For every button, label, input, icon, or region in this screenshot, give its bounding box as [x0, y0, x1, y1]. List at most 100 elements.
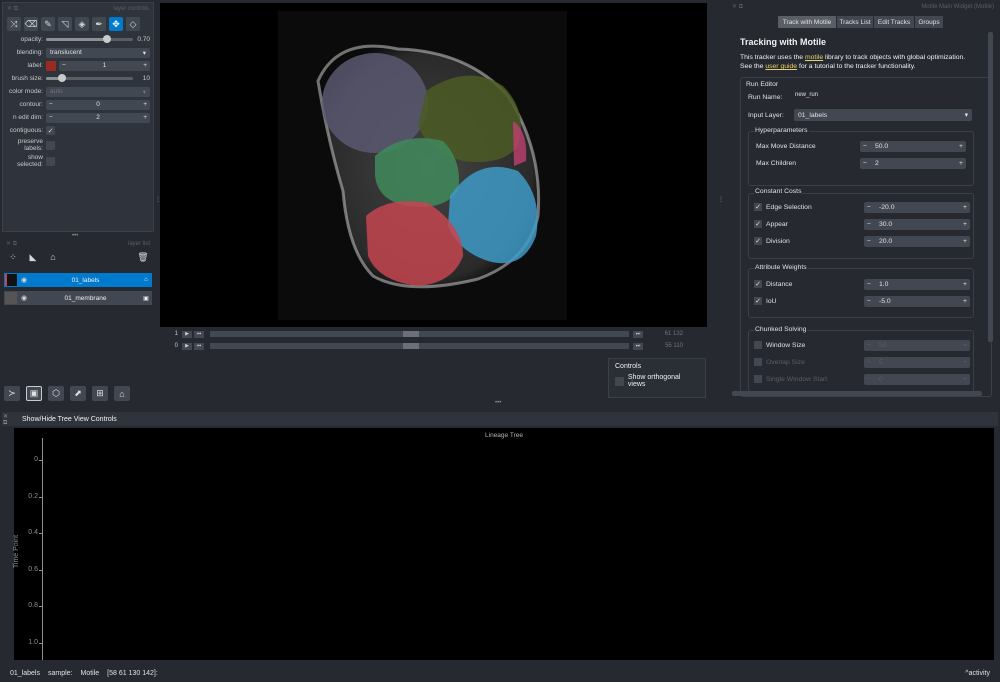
eye-icon[interactable]: ◉ [17, 276, 31, 284]
iou-checkbox[interactable]: ✓ [754, 297, 762, 305]
distance-spinbox[interactable]: −1.0 + [864, 278, 970, 290]
erase-icon[interactable]: ⌫ [24, 17, 38, 31]
ndisplay-icon[interactable]: ▣ [26, 386, 42, 401]
tab-groups[interactable]: Groups [915, 16, 943, 28]
play-icon[interactable]: ▶ [182, 342, 192, 350]
vertical-scrollbar[interactable] [988, 32, 993, 342]
max-move-spinbox[interactable]: −50.0 + [860, 140, 966, 152]
appear-spinbox[interactable]: −30.0 + [864, 218, 970, 230]
plus-icon[interactable]: + [963, 281, 967, 288]
appear-checkbox[interactable]: ✓ [754, 220, 762, 228]
activity-button[interactable]: ^activity [965, 670, 990, 677]
roll-icon[interactable]: ⬡ [48, 386, 64, 401]
plus-icon[interactable]: + [963, 204, 967, 211]
edge-selection-checkbox[interactable]: ✓ [754, 203, 762, 211]
layer-name[interactable]: 01_membrane [31, 295, 140, 302]
blending-select[interactable]: translucent ▾ [46, 47, 150, 58]
step-forward-icon[interactable]: ⏭ [633, 330, 643, 338]
overlap-size-checkbox[interactable] [754, 358, 762, 366]
horizontal-scrollbar[interactable] [732, 391, 982, 396]
horizontal-splitter-handle[interactable]: ••• [495, 400, 501, 406]
dock-close-icon[interactable]: ✕ ⧉ [7, 5, 18, 13]
brush-size-handle[interactable] [57, 74, 66, 82]
layer-name[interactable]: 01_labels [31, 277, 140, 284]
dock-splitter-handle[interactable]: ••• [72, 233, 78, 239]
layer-item-01-membrane[interactable]: ◉ 01_membrane ▣ [4, 291, 152, 305]
overlap-size-spinbox[interactable]: −5 + [864, 356, 970, 368]
tab-tracks-list[interactable]: Tracks List [837, 16, 873, 28]
step-forward-icon[interactable]: ⏭ [633, 342, 643, 350]
transpose-icon[interactable]: ⬈ [70, 386, 86, 401]
delete-layer-icon[interactable]: 🗑 [136, 250, 150, 264]
grid-icon[interactable]: ⊞ [92, 386, 108, 401]
shuffle-colors-icon[interactable]: ⤨ [7, 17, 21, 31]
label-color-swatch[interactable] [46, 60, 56, 71]
layer-item-01-labels[interactable]: ◉ 01_labels ⌂ [4, 273, 152, 287]
n-edit-dim-spinbox[interactable]: − 2 + [46, 112, 150, 123]
tree-dock-close-icon[interactable]: ✕ ⧉ [3, 413, 8, 427]
transform-icon[interactable]: ◇ [126, 17, 140, 31]
console-icon[interactable]: ≻ [4, 386, 20, 401]
plus-icon[interactable]: + [963, 238, 967, 245]
vertical-splitter-handle-right[interactable]: ⋮ [718, 196, 724, 203]
run-name-input[interactable]: new_run [792, 91, 982, 103]
plus-icon[interactable]: + [963, 376, 967, 383]
dim-slider-handle[interactable] [402, 331, 419, 337]
minus-icon[interactable]: − [62, 62, 66, 69]
lineage-tree-view[interactable]: Lineage Tree Time Point 0 0.2 0.4 0.6 0.8 1.0 [13, 428, 994, 660]
dock-close-icon[interactable]: ✕ ⧉ [6, 240, 17, 248]
motile-link[interactable]: motile [805, 54, 823, 61]
play-icon[interactable]: ▶ [182, 330, 192, 338]
contiguous-checkbox[interactable]: ✓ [46, 126, 55, 135]
opacity-slider-handle[interactable] [102, 35, 111, 43]
tree-view-toggle[interactable]: Show/Hide Tree View Controls [2, 412, 998, 426]
single-window-checkbox[interactable] [754, 375, 762, 383]
polygon-icon[interactable]: ◹ [58, 17, 72, 31]
minus-icon[interactable]: − [49, 101, 53, 108]
plus-icon[interactable]: + [963, 359, 967, 366]
distance-checkbox[interactable]: ✓ [754, 280, 762, 288]
show-selected-checkbox[interactable] [46, 156, 55, 166]
preserve-labels-checkbox[interactable] [46, 140, 55, 150]
input-layer-select[interactable]: 01_labels ▾ [794, 109, 972, 121]
plus-icon[interactable]: + [143, 114, 147, 121]
dock-close-icon[interactable]: ✕ ⧉ [732, 3, 743, 11]
pick-icon[interactable]: ✒ [92, 17, 106, 31]
new-shapes-icon[interactable]: ◣ [26, 250, 40, 264]
window-size-spinbox[interactable]: −50 + [864, 339, 970, 351]
orthogonal-views-checkbox[interactable] [615, 376, 624, 386]
fill-icon[interactable]: ◈ [75, 17, 89, 31]
opacity-slider[interactable] [46, 35, 133, 43]
paint-icon[interactable]: ✎ [41, 17, 55, 31]
max-children-spinbox[interactable]: −2 + [860, 157, 966, 169]
tab-track-with-motile[interactable]: Track with Motile [778, 16, 836, 28]
dim-slider[interactable] [210, 343, 629, 349]
window-size-checkbox[interactable] [754, 341, 762, 349]
plus-icon[interactable]: + [963, 221, 967, 228]
step-icon[interactable]: ⏮ [194, 342, 204, 350]
contour-spinbox[interactable]: − 0 + [46, 99, 150, 110]
single-window-spinbox[interactable]: −0 + [864, 373, 970, 385]
plus-icon[interactable]: + [963, 298, 967, 305]
minus-icon[interactable]: − [49, 114, 53, 121]
new-points-icon[interactable]: ⁘ [6, 250, 20, 264]
image-canvas[interactable] [278, 11, 567, 320]
canvas-viewer[interactable] [160, 3, 707, 327]
plus-icon[interactable]: + [959, 143, 963, 150]
new-labels-icon[interactable]: ⌂ [46, 250, 60, 264]
plus-icon[interactable]: + [963, 342, 967, 349]
user-guide-link[interactable]: user guide [765, 63, 797, 70]
edge-selection-spinbox[interactable]: − -20.0 + [864, 201, 970, 213]
plus-icon[interactable]: + [959, 160, 963, 167]
plus-icon[interactable]: + [143, 101, 147, 108]
brush-size-slider[interactable] [46, 74, 133, 82]
eye-icon[interactable]: ◉ [17, 294, 31, 302]
tree-view-toggle-label[interactable]: Show/Hide Tree View Controls [22, 416, 117, 423]
home-icon[interactable]: ⌂ [114, 386, 130, 401]
division-checkbox[interactable]: ✓ [754, 237, 762, 245]
label-spinbox[interactable]: − 1 + [59, 60, 150, 71]
division-spinbox[interactable]: −20.0 + [864, 235, 970, 247]
dim-slider-handle[interactable] [402, 343, 419, 349]
tab-edit-tracks[interactable]: Edit Tracks [874, 16, 914, 28]
dim-slider[interactable] [210, 331, 629, 337]
